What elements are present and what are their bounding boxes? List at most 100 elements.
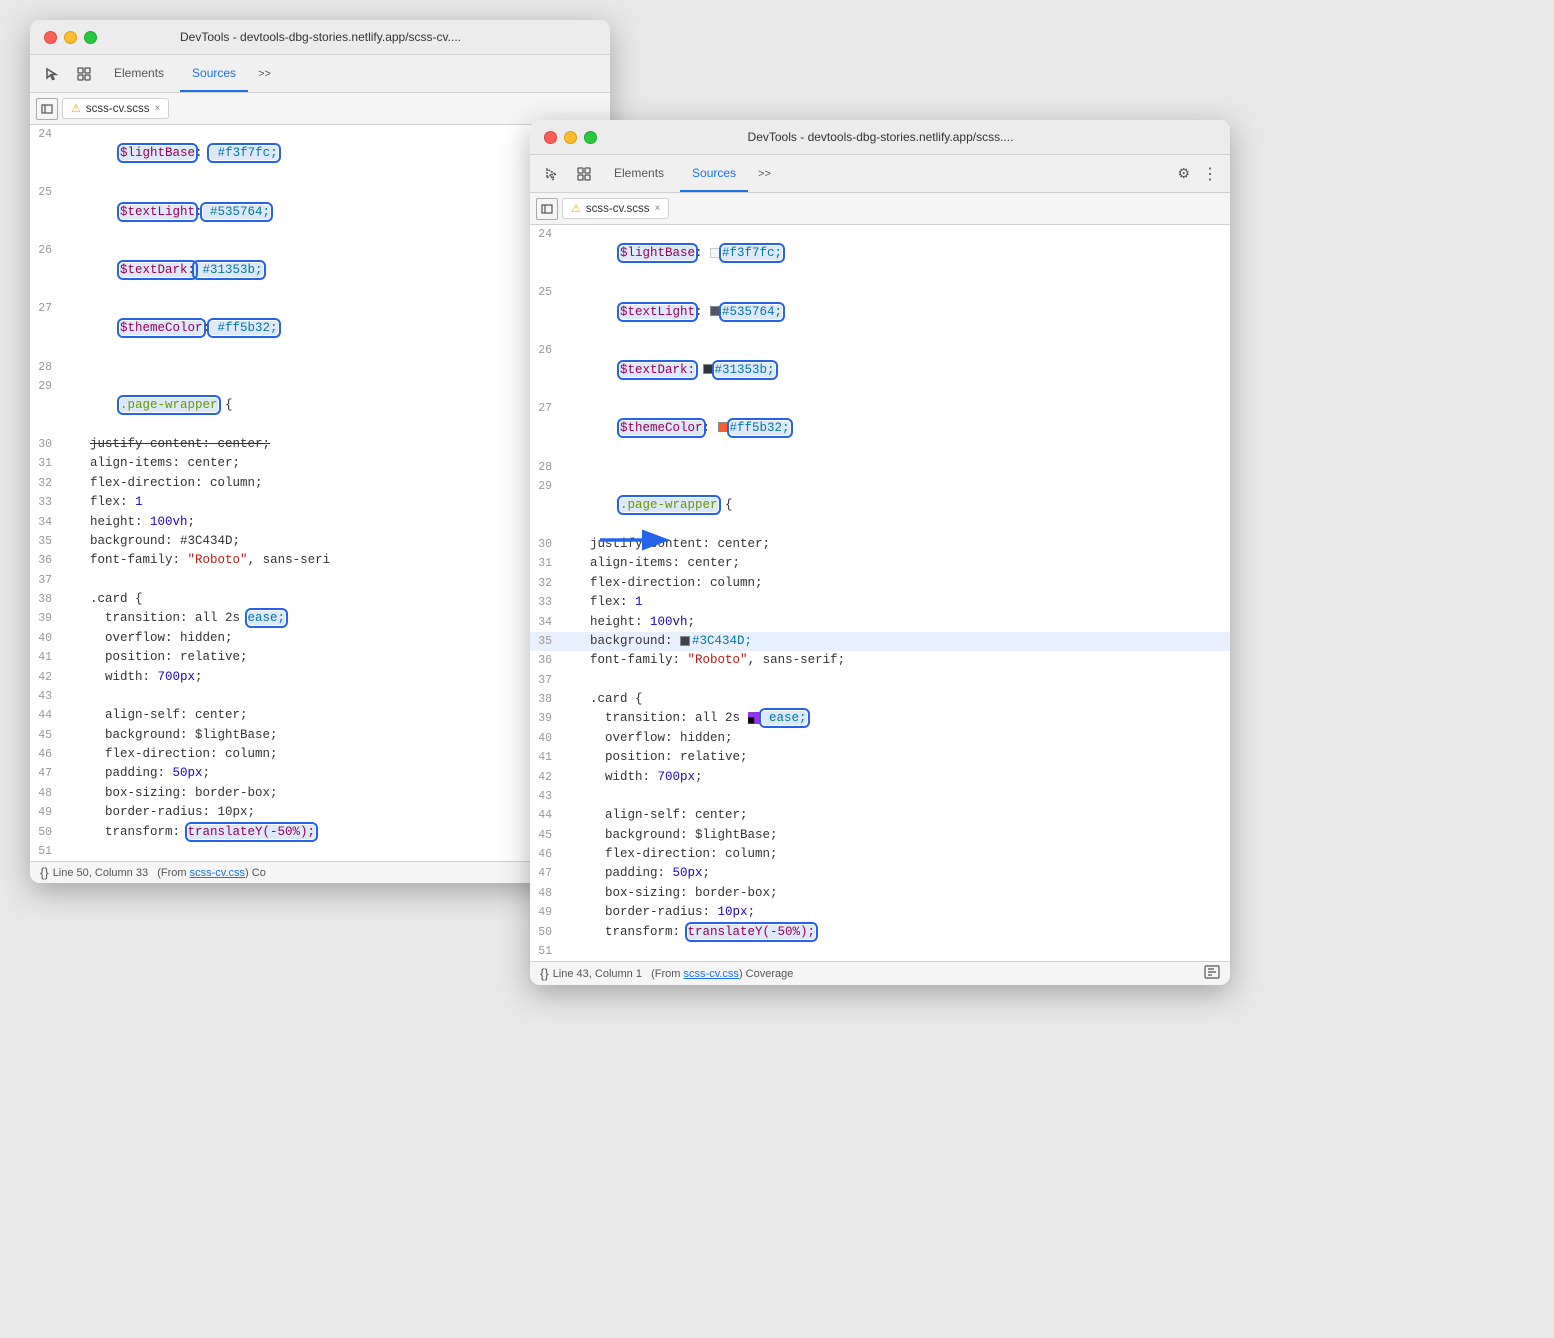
dots-icon-right[interactable]: ⋮	[1198, 160, 1222, 188]
curly-braces-right: {}	[540, 966, 549, 981]
code-line-41-right: 41 position: relative;	[530, 748, 1230, 767]
code-line-27-left: 27 $themeColor: #ff5b32;	[30, 299, 610, 357]
code-line-30-left: 30 justify-content: center;	[30, 435, 610, 454]
code-line-47-right: 47 padding: 50px;	[530, 864, 1230, 883]
code-area-right: 24 $lightBase: #f3f7fc; 25 $textLight: #…	[530, 225, 1230, 961]
cursor-icon-right[interactable]	[538, 160, 566, 188]
status-bar-left: {} Line 50, Column 33 (From scss-cv.css)…	[30, 861, 610, 883]
swatch-31353b[interactable]	[703, 364, 713, 374]
tab-sources-right[interactable]: Sources	[680, 155, 748, 192]
source-link-right[interactable]: scss-cv.css	[684, 968, 739, 980]
tab-bar-left: Elements Sources >>	[30, 55, 610, 93]
tab-elements-right[interactable]: Elements	[602, 155, 676, 192]
filename-left: scss-cv.scss	[86, 103, 150, 115]
code-line-44-right: 44 align-self: center;	[530, 806, 1230, 825]
source-link-left[interactable]: scss-cv.css	[190, 867, 245, 879]
curly-braces-left: {}	[40, 865, 49, 880]
tab-elements-left[interactable]: Elements	[102, 55, 176, 92]
close-tab-left[interactable]: ×	[155, 103, 161, 114]
code-line-38-right: 38 .card {	[530, 690, 1230, 709]
code-line-34-left: 34 height: 100vh;	[30, 513, 610, 532]
status-bar-right: {} Line 43, Column 1 (From scss-cv.css) …	[530, 961, 1230, 985]
code-line-46-left: 46 flex-direction: column;	[30, 745, 610, 764]
code-line-51-right: 51	[530, 942, 1230, 961]
code-line-43-right: 43	[530, 787, 1230, 806]
code-line-38-left: 38 .card {	[30, 590, 610, 609]
code-line-44-left: 44 align-self: center;	[30, 706, 610, 725]
window-title-right: DevTools - devtools-dbg-stories.netlify.…	[545, 130, 1216, 144]
code-line-37-left: 37	[30, 571, 610, 590]
code-line-27-right: 27 $themeColor: #ff5b32;	[530, 399, 1230, 457]
status-text-left: Line 50, Column 33 (From scss-cv.css) Co	[53, 867, 266, 879]
code-line-34-right: 34 height: 100vh;	[530, 613, 1230, 632]
code-line-33-right: 33 flex: 1	[530, 593, 1230, 612]
swatch-f3f7fc[interactable]	[710, 248, 720, 258]
code-line-36-right: 36 font-family: "Roboto", sans-serif;	[530, 651, 1230, 670]
code-line-32-right: 32 flex-direction: column;	[530, 574, 1230, 593]
code-line-26-left: 26 $textDark: #31353b;	[30, 241, 610, 299]
code-line-28-right: 28	[530, 458, 1230, 477]
file-tab-left[interactable]: ⚠ scss-cv.scss ×	[62, 98, 169, 119]
code-line-41-left: 41 position: relative;	[30, 648, 610, 667]
swatch-ff5b32[interactable]	[718, 422, 728, 432]
close-tab-right[interactable]: ×	[655, 203, 661, 214]
code-line-43-left: 43	[30, 687, 610, 706]
file-tab-bar-left: ⚠ scss-cv.scss ×	[30, 93, 610, 125]
code-line-40-left: 40 overflow: hidden;	[30, 629, 610, 648]
code-line-42-right: 42 width: 700px;	[530, 768, 1230, 787]
panel-toggle-left[interactable]	[36, 98, 58, 120]
code-line-45-right: 45 background: $lightBase;	[530, 826, 1230, 845]
transition-swatch[interactable]: ■	[748, 712, 760, 724]
code-line-50-left: 50 transform: translateY(-50%);	[30, 823, 610, 842]
gear-icon-right[interactable]: ⚙	[1173, 161, 1194, 186]
code-line-37-right: 37	[530, 671, 1230, 690]
code-line-35-left: 35 background: #3C434D;	[30, 532, 610, 551]
status-text-right: Line 43, Column 1 (From scss-cv.css) Cov…	[553, 968, 794, 980]
cursor-icon[interactable]	[38, 60, 66, 88]
code-line-39-left: 39 transition: all 2s ease;	[30, 609, 610, 628]
tab-more-right[interactable]: >>	[752, 164, 777, 184]
code-line-40-right: 40 overflow: hidden;	[530, 729, 1230, 748]
code-line-25-right: 25 $textLight: #535764;	[530, 283, 1230, 341]
code-line-48-left: 48 box-sizing: border-box;	[30, 784, 610, 803]
code-line-51-left: 51	[30, 842, 610, 861]
code-line-24-left: 24 $lightBase: #f3f7fc;	[30, 125, 610, 183]
warning-icon-left: ⚠	[71, 102, 81, 115]
tab-more-left[interactable]: >>	[252, 64, 277, 84]
tab-sources-left[interactable]: Sources	[180, 55, 248, 92]
file-tab-bar-right: ⚠ scss-cv.scss ×	[530, 193, 1230, 225]
file-tab-right[interactable]: ⚠ scss-cv.scss ×	[562, 198, 669, 219]
code-line-33-left: 33 flex: 1	[30, 493, 610, 512]
code-line-46-right: 46 flex-direction: column;	[530, 845, 1230, 864]
warning-icon-right: ⚠	[571, 202, 581, 215]
code-line-26-right: 26 $textDark: #31353b;	[530, 341, 1230, 399]
title-bar-right: DevTools - devtools-dbg-stories.netlify.…	[530, 120, 1230, 155]
code-line-39-right: 39 transition: all 2s ■ ease;	[530, 709, 1230, 728]
code-line-42-left: 42 width: 700px;	[30, 668, 610, 687]
code-line-50-right: 50 transform: translateY(-50%);	[530, 923, 1230, 942]
code-line-31-left: 31 align-items: center;	[30, 454, 610, 473]
code-line-36-left: 36 font-family: "Roboto", sans-seri	[30, 551, 610, 570]
code-line-47-left: 47 padding: 50px;	[30, 764, 610, 783]
code-line-29-left: 29 .page-wrapper {	[30, 377, 610, 435]
window-title-left: DevTools - devtools-dbg-stories.netlify.…	[45, 30, 596, 44]
title-bar-left: DevTools - devtools-dbg-stories.netlify.…	[30, 20, 610, 55]
code-line-49-left: 49 border-radius: 10px;	[30, 803, 610, 822]
swatch-3c434d[interactable]	[680, 636, 690, 646]
code-line-45-left: 45 background: $lightBase;	[30, 726, 610, 745]
arrow-container	[595, 520, 675, 565]
code-line-24-right: 24 $lightBase: #f3f7fc;	[530, 225, 1230, 283]
panel-toggle-right[interactable]	[536, 198, 558, 220]
filename-right: scss-cv.scss	[586, 203, 650, 215]
swatch-535764[interactable]	[710, 306, 720, 316]
inspect-icon-right[interactable]	[570, 160, 598, 188]
inspect-icon[interactable]	[70, 60, 98, 88]
code-area-left: 24 $lightBase: #f3f7fc; 25 $textLight: #…	[30, 125, 610, 861]
code-line-28-left: 28	[30, 358, 610, 377]
code-line-32-left: 32 flex-direction: column;	[30, 474, 610, 493]
tab-bar-right: Elements Sources >> ⚙ ⋮	[530, 155, 1230, 193]
code-line-49-right: 49 border-radius: 10px;	[530, 903, 1230, 922]
devtools-window-left: DevTools - devtools-dbg-stories.netlify.…	[30, 20, 610, 883]
code-line-48-right: 48 box-sizing: border-box;	[530, 884, 1230, 903]
code-line-25-left: 25 $textLight: #535764;	[30, 183, 610, 241]
